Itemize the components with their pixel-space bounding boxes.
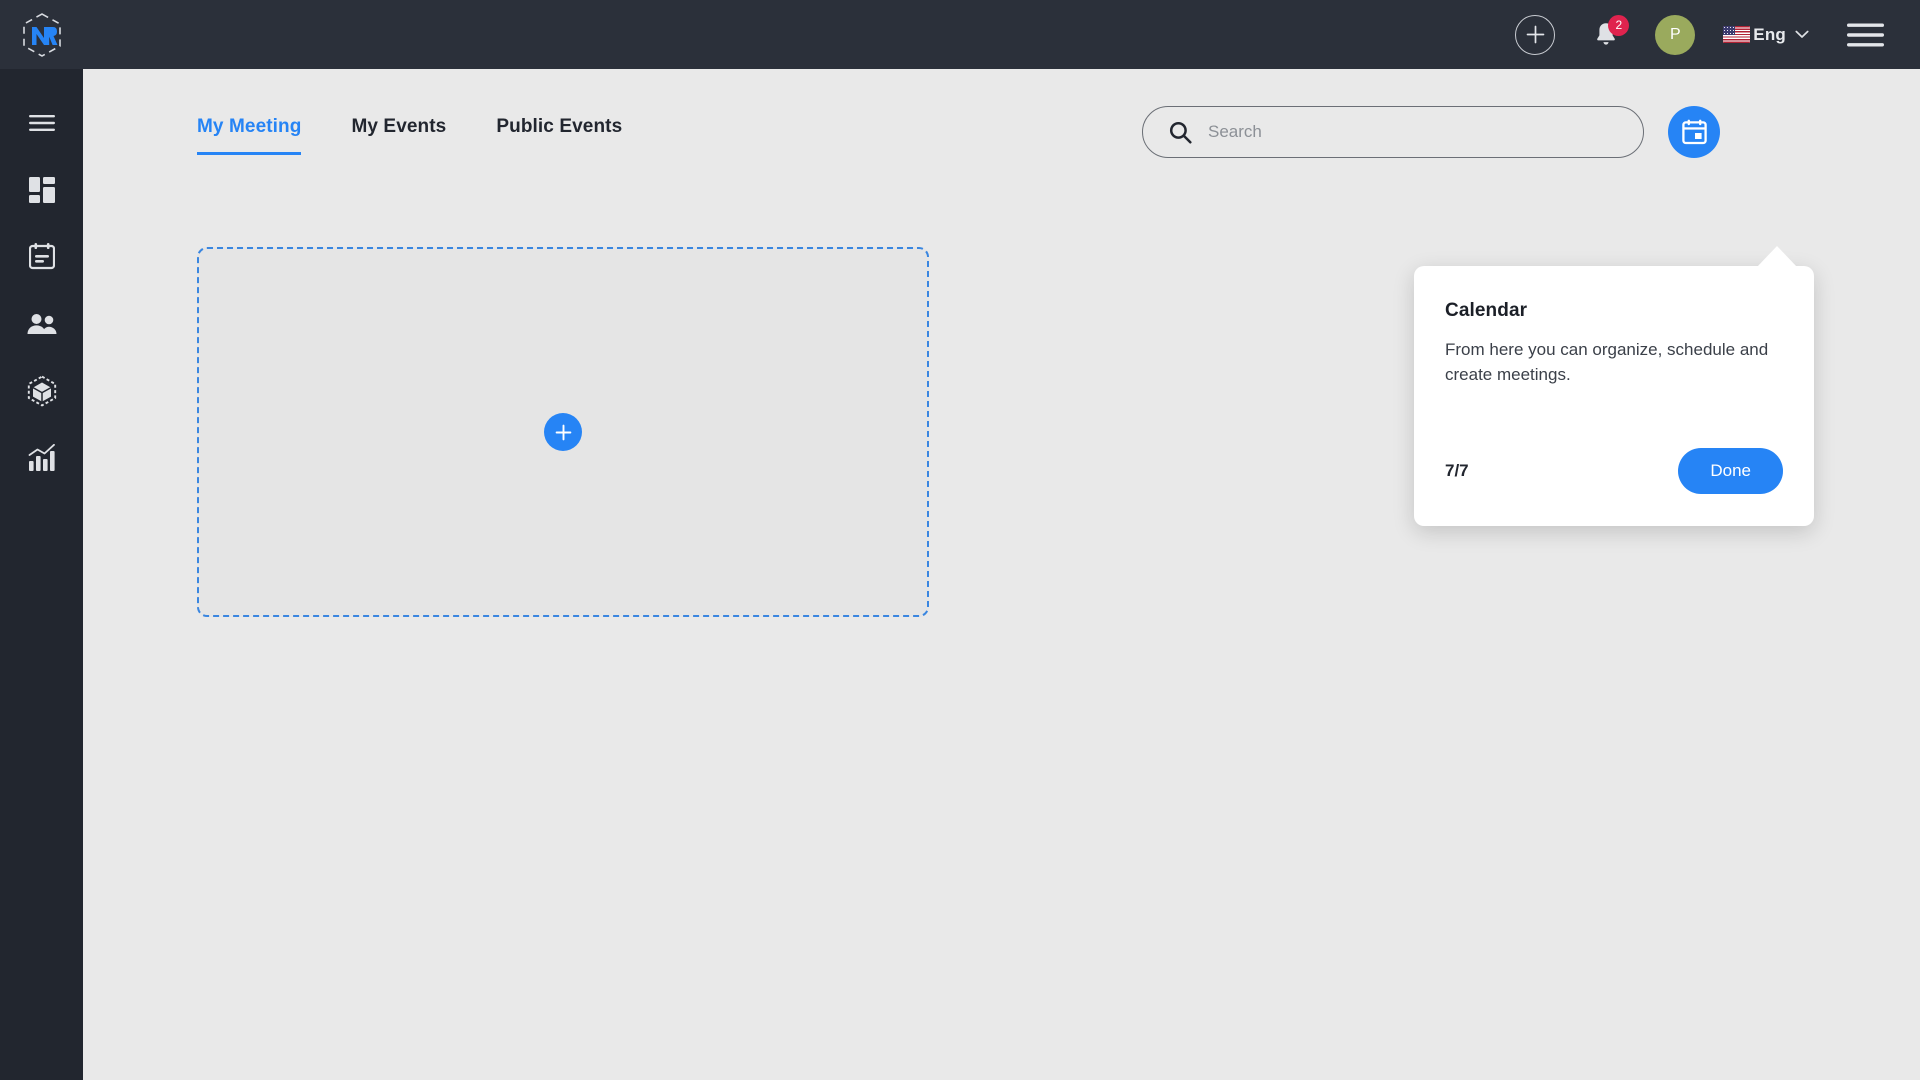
sidebar-item-analytics[interactable]: [0, 424, 83, 491]
add-icon: [1526, 25, 1545, 44]
calendar-icon: [28, 242, 55, 269]
sidebar-item-contacts[interactable]: [0, 290, 83, 357]
notification-count-badge: 2: [1608, 14, 1630, 36]
hamburger-menu-icon: [28, 114, 55, 131]
add-button[interactable]: [1515, 14, 1556, 55]
plus-icon: [555, 424, 571, 440]
empty-meetings-card: [197, 247, 929, 617]
language-selector[interactable]: Eng: [1723, 25, 1809, 45]
search-icon: [1169, 121, 1192, 144]
left-sidebar: [0, 69, 83, 1080]
sidebar-item-products[interactable]: [0, 357, 83, 424]
sidebar-item-dashboard[interactable]: [0, 156, 83, 223]
people-icon: [27, 313, 56, 334]
calendar-toggle-button[interactable]: [1668, 106, 1720, 158]
top-header: 2 P Eng: [0, 0, 1920, 69]
coachmark-popover: Calendar From here you can organize, sch…: [1414, 246, 1814, 526]
main-menu-button[interactable]: [1847, 22, 1884, 48]
search-input[interactable]: [1208, 107, 1623, 157]
sidebar-item-menu-toggle[interactable]: [0, 89, 83, 156]
app-root: 2 P Eng My Meeting My Events Public Even…: [0, 0, 1920, 1080]
bar-chart-icon: [28, 443, 55, 471]
sidebar-item-calendar[interactable]: [0, 223, 83, 290]
coachmark-title: Calendar: [1445, 300, 1528, 321]
header-actions: 2 P Eng: [1515, 14, 1920, 55]
dashboard-grid-icon: [28, 176, 55, 203]
cube-box-icon: [27, 375, 56, 406]
notifications-button[interactable]: 2: [1589, 14, 1630, 55]
nr-logo-icon: [22, 12, 61, 57]
coachmark-body: From here you can organize, schedule and…: [1445, 340, 1769, 384]
tab-my-events[interactable]: My Events: [351, 116, 446, 155]
coachmark-footer: 7/7 Done: [1445, 448, 1783, 494]
tab-public-events[interactable]: Public Events: [496, 116, 622, 155]
coachmark-arrow: [1757, 246, 1797, 267]
chevron-down-icon: [1795, 30, 1809, 38]
search-bar[interactable]: [1142, 106, 1644, 158]
main-content: My Meeting My Events Public Events Searc…: [83, 69, 1920, 1080]
us-flag-icon: [1723, 26, 1751, 43]
add-meeting-button[interactable]: [544, 413, 582, 451]
user-avatar[interactable]: P: [1655, 14, 1696, 55]
coachmark-done-button[interactable]: Done: [1678, 448, 1783, 494]
language-label: Eng: [1753, 24, 1786, 44]
coachmark-step-counter: 7/7: [1445, 461, 1469, 480]
tab-my-meeting[interactable]: My Meeting: [197, 116, 302, 155]
calendar-today-icon: [1681, 119, 1707, 145]
content-tabs: My Meeting My Events Public Events: [197, 116, 622, 155]
hamburger-menu-icon: [1847, 23, 1884, 46]
avatar-initial: P: [1669, 25, 1681, 43]
app-logo[interactable]: [0, 0, 83, 69]
